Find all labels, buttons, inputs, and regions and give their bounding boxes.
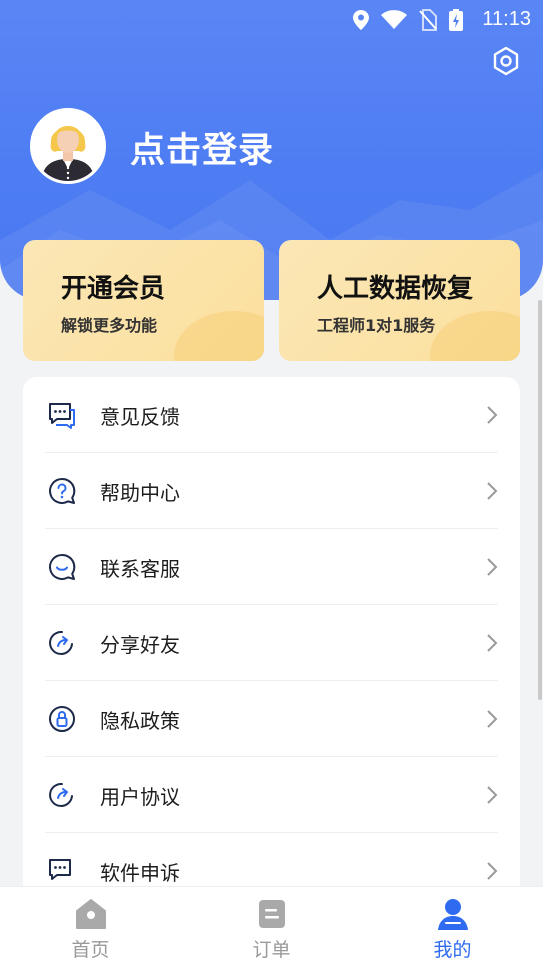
data-recovery-card-subtitle: 工程师1对1服务: [317, 316, 436, 335]
menu-item-help[interactable]: 帮助中心: [23, 453, 520, 529]
login-button[interactable]: 点击登录: [130, 122, 274, 173]
settings-menu: 意见反馈 帮助中心 联系客服 分享好友 隐私政策 用户协议 软件申诉: [23, 377, 520, 937]
chevron-right-icon: [487, 710, 498, 728]
settings-icon[interactable]: [491, 46, 521, 76]
menu-item-label: 隐私政策: [100, 708, 180, 733]
status-time: 11:13: [482, 8, 531, 30]
chevron-right-icon: [487, 786, 498, 804]
vip-card-title: 开通会员: [61, 274, 166, 304]
chevron-right-icon: [487, 406, 498, 424]
menu-item-customer-service[interactable]: 联系客服: [23, 529, 520, 605]
appeal-icon: [49, 859, 71, 880]
card-decoration: [174, 311, 264, 361]
chevron-right-icon: [487, 862, 498, 880]
menu-item-agreement[interactable]: 用户协议: [23, 757, 520, 833]
help-icon: [49, 477, 76, 504]
no-sim-icon: [419, 9, 437, 31]
menu-item-feedback[interactable]: 意见反馈: [23, 377, 520, 453]
tab-label: 首页: [71, 939, 110, 961]
menu-item-label: 软件申诉: [100, 860, 180, 885]
menu-item-share[interactable]: 分享好友: [23, 605, 520, 681]
agreement-icon: [49, 782, 73, 807]
battery-icon: [449, 9, 463, 31]
chevron-right-icon: [487, 634, 498, 652]
wifi-icon: [381, 10, 407, 29]
vip-card-subtitle: 解锁更多功能: [61, 316, 158, 335]
share-icon: [49, 630, 73, 655]
bottom-tab-bar: 首页 订单 我的: [0, 886, 543, 967]
customer-service-icon: [49, 553, 76, 580]
scrollbar[interactable]: [538, 300, 542, 700]
avatar[interactable]: [30, 108, 106, 184]
tab-home[interactable]: 首页: [0, 887, 181, 967]
tab-order[interactable]: 订单: [181, 887, 362, 967]
feedback-icon: [49, 403, 75, 429]
chevron-right-icon: [487, 558, 498, 576]
menu-item-label: 意见反馈: [100, 404, 180, 429]
location-icon: [353, 10, 369, 30]
order-icon: [259, 900, 285, 928]
home-icon: [76, 899, 106, 929]
tab-label: 订单: [252, 939, 291, 961]
tab-profile[interactable]: 我的: [362, 887, 543, 967]
tab-label: 我的: [433, 939, 472, 961]
chevron-right-icon: [487, 482, 498, 500]
data-recovery-card-title: 人工数据恢复: [317, 274, 474, 304]
profile-icon: [438, 899, 468, 930]
privacy-icon: [49, 706, 75, 732]
menu-item-privacy[interactable]: 隐私政策: [23, 681, 520, 757]
menu-item-label: 联系客服: [100, 556, 180, 581]
avatar-image: [33, 111, 103, 181]
menu-item-label: 帮助中心: [100, 480, 180, 505]
status-bar: 11:13: [0, 0, 543, 40]
menu-item-label: 分享好友: [100, 632, 180, 657]
vip-card[interactable]: 开通会员 解锁更多功能: [23, 240, 264, 361]
menu-item-label: 用户协议: [100, 784, 180, 809]
card-decoration: [430, 311, 520, 361]
data-recovery-card[interactable]: 人工数据恢复 工程师1对1服务: [279, 240, 520, 361]
